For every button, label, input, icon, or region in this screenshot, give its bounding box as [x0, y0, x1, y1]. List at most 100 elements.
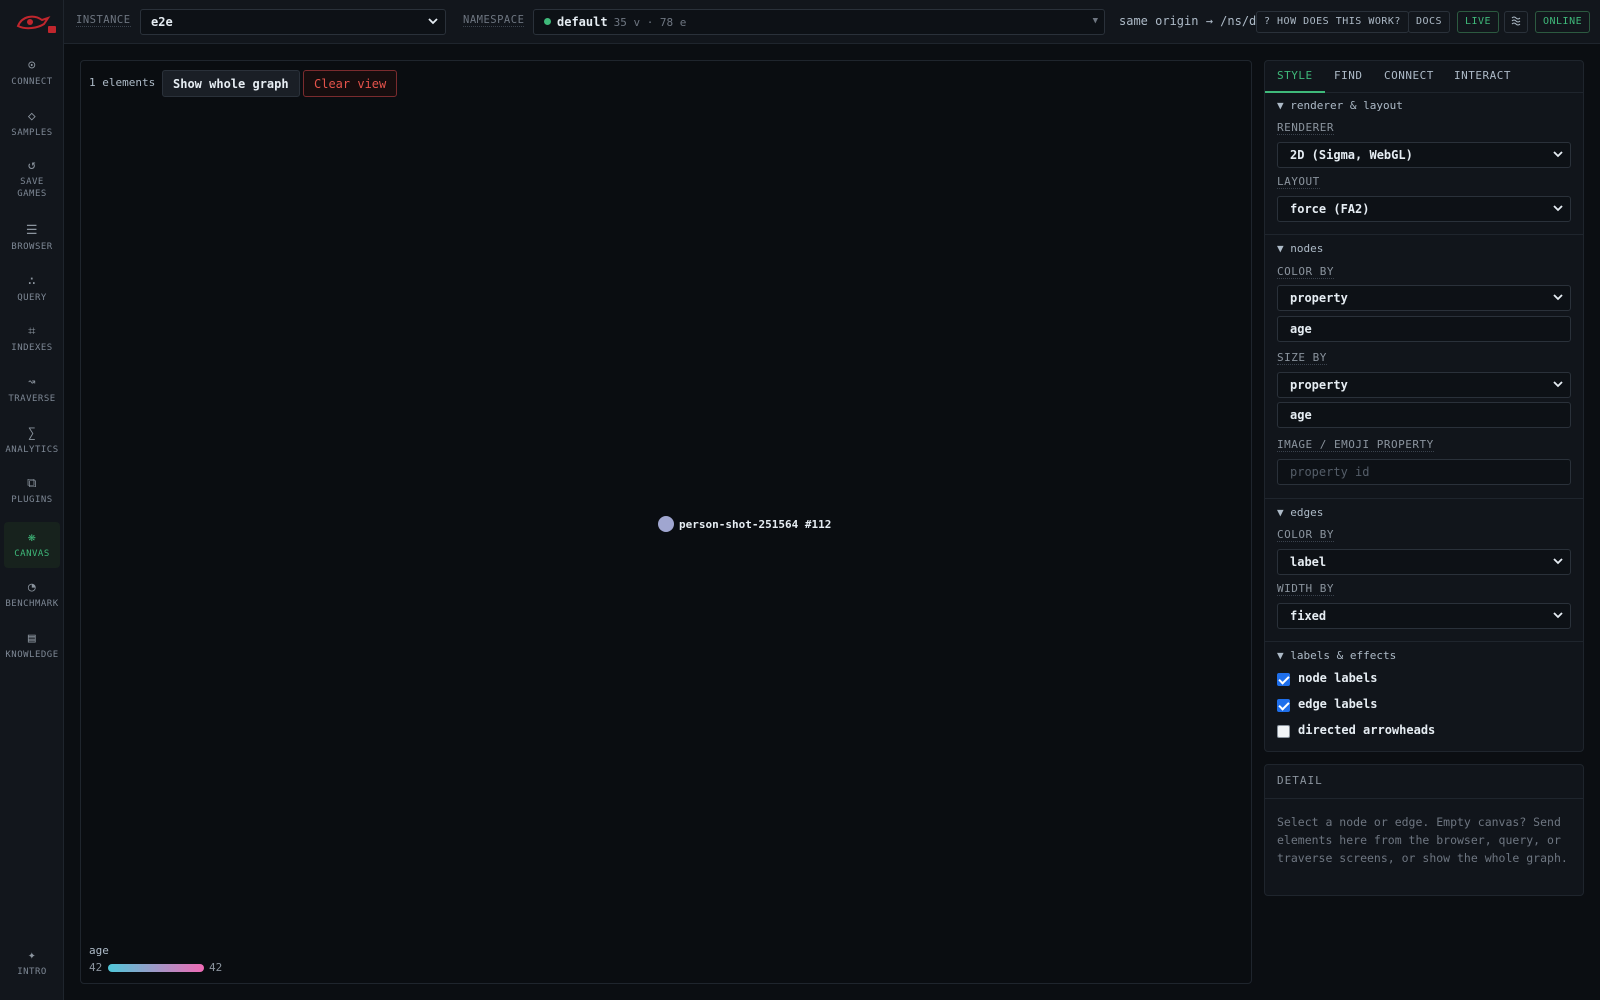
edge-labels-label: edge labels: [1298, 697, 1378, 711]
namespace-select[interactable]: default 35 v · 78 e ▼: [533, 9, 1105, 35]
nav-benchmark[interactable]: ◔ BENCHMARK: [4, 572, 60, 618]
live-button[interactable]: LIVE: [1457, 11, 1500, 33]
caret-down-icon: ▼: [1092, 16, 1098, 26]
nav-browser[interactable]: ☰ BROWSER: [4, 215, 60, 261]
diamond-icon: ◇: [27, 108, 37, 124]
tab-find[interactable]: FIND: [1322, 61, 1375, 93]
nav-samples[interactable]: ◇ SAMPLES: [4, 101, 60, 147]
nav-label: SAMPLES: [11, 127, 53, 138]
node-labels-checkbox[interactable]: [1277, 673, 1290, 686]
namespace-label: NAMESPACE: [463, 14, 525, 27]
clear-view-button[interactable]: Clear view: [303, 70, 398, 97]
directed-arrowheads-checkbox[interactable]: [1277, 725, 1290, 738]
edge-labels-checkbox[interactable]: [1277, 699, 1290, 712]
chevron-down-icon: [428, 18, 438, 25]
legend-max: 42: [209, 961, 223, 974]
section-renderer-layout[interactable]: ▼ renderer & layout: [1277, 99, 1403, 112]
namespace-value: default: [557, 15, 608, 29]
nav-traverse[interactable]: ↝ TRAVERSE: [4, 367, 60, 413]
node-size-by-select[interactable]: property: [1277, 372, 1571, 398]
node-color-by-value: property: [1290, 291, 1348, 305]
layout-select[interactable]: force (FA2): [1277, 196, 1571, 222]
layout-label: LAYOUT: [1277, 175, 1320, 189]
namespace-counts: 35 v · 78 e: [613, 16, 687, 29]
node-label: person-shot-251564 #112: [679, 518, 832, 531]
layout-value: force (FA2): [1290, 202, 1370, 216]
graph-node[interactable]: [658, 516, 674, 532]
nav-label: CANVAS: [14, 548, 50, 559]
panel-tabs: STYLE FIND CONNECT INTERACT: [1265, 61, 1583, 93]
nav-knowledge[interactable]: ▤ KNOWLEDGE: [4, 623, 60, 669]
edge-width-by-select[interactable]: fixed: [1277, 603, 1571, 629]
refresh-icon: ↺: [27, 157, 37, 173]
tab-style[interactable]: STYLE: [1265, 61, 1325, 93]
list-icon: ☰: [25, 222, 39, 238]
nav-label: PLUGINS: [11, 494, 53, 505]
nav-connect[interactable]: ⊙ CONNECT: [4, 50, 60, 96]
logo: [16, 15, 56, 33]
nav-label: INDEXES: [11, 342, 53, 353]
edge-color-by-select[interactable]: label: [1277, 549, 1571, 575]
edge-color-by-label: COLOR BY: [1277, 528, 1334, 542]
tab-connect[interactable]: CONNECT: [1372, 61, 1446, 93]
chevron-down-icon: [1553, 151, 1563, 158]
help-button[interactable]: ? HOW DOES THIS WORK?: [1256, 11, 1409, 33]
dots-icon: ∴: [27, 273, 37, 289]
waves-icon: [1511, 16, 1521, 26]
sidebar: ⊙ CONNECT ◇ SAMPLES ↺ SAVE GAMES ☰ BROWS…: [0, 0, 64, 1000]
image-property-input[interactable]: property id: [1277, 459, 1571, 485]
tab-interact[interactable]: INTERACT: [1442, 61, 1523, 93]
section-labels-effects[interactable]: ▼ labels & effects: [1277, 649, 1396, 662]
divider: [1265, 798, 1583, 799]
copy-icon: ⧉: [27, 475, 37, 491]
nav-query[interactable]: ∴ QUERY: [4, 266, 60, 312]
node-color-by-select[interactable]: property: [1277, 285, 1571, 311]
node-size-property-input[interactable]: age: [1277, 402, 1571, 428]
wave-toggle-button[interactable]: [1504, 11, 1528, 33]
docs-button[interactable]: DOCS: [1408, 11, 1451, 33]
target-icon: ⊙: [27, 57, 37, 73]
sparkle-icon: ✦: [27, 947, 37, 963]
show-whole-graph-button[interactable]: Show whole graph: [162, 70, 300, 97]
gauge-icon: ◔: [27, 579, 37, 595]
chevron-down-icon: [1553, 612, 1563, 619]
nav-analytics[interactable]: ∑ ANALYTICS: [4, 418, 60, 464]
nav-label: KNOWLEDGE: [5, 649, 59, 660]
nav-save-games[interactable]: ↺ SAVE GAMES: [4, 151, 60, 207]
nav-indexes[interactable]: ⌗ INDEXES: [4, 316, 60, 362]
nav-label: BENCHMARK: [5, 598, 59, 609]
sigma-icon: ∑: [27, 425, 37, 441]
edge-color-by-value: label: [1290, 555, 1327, 569]
nav-canvas[interactable]: ❋ CANVAS: [4, 522, 60, 568]
detail-title: DETAIL: [1277, 774, 1323, 787]
canvas-icon: ❋: [27, 529, 37, 545]
nav-plugins[interactable]: ⧉ PLUGINS: [4, 468, 60, 514]
directed-arrowheads-label: directed arrowheads: [1298, 723, 1436, 737]
chevron-down-icon: [1553, 205, 1563, 212]
section-nodes[interactable]: ▼ nodes: [1277, 242, 1323, 255]
node-color-property-input[interactable]: age: [1277, 316, 1571, 342]
nav-label: BROWSER: [11, 241, 53, 252]
chevron-down-icon: [1553, 381, 1563, 388]
instance-select[interactable]: e2e: [140, 9, 446, 35]
nav-label: CONNECT: [11, 76, 53, 87]
nav-intro[interactable]: ✦ INTRO: [4, 940, 60, 986]
detail-text: Select a node or edge. Empty canvas? Sen…: [1277, 815, 1568, 865]
divider: [1265, 234, 1583, 235]
renderer-label: RENDERER: [1277, 121, 1334, 135]
renderer-select[interactable]: 2D (Sigma, WebGL): [1277, 142, 1571, 168]
topbar: INSTANCE e2e NAMESPACE default 35 v · 78 …: [64, 0, 1600, 44]
frame-icon: ⌗: [28, 323, 36, 339]
image-emoji-label: IMAGE / EMOJI PROPERTY: [1277, 438, 1434, 452]
graph-canvas[interactable]: 1 elements Show whole graph Clear view p…: [80, 60, 1252, 984]
divider: [1265, 498, 1583, 499]
section-edges[interactable]: ▼ edges: [1277, 506, 1323, 519]
node-labels-label: node labels: [1298, 671, 1378, 685]
instance-value: e2e: [151, 15, 173, 29]
instance-label: INSTANCE: [76, 14, 131, 27]
nav-label: SAVE GAMES: [17, 176, 47, 199]
chevron-down-icon: [1553, 294, 1563, 301]
online-badge: ONLINE: [1535, 11, 1591, 33]
legend-min: 42: [89, 961, 103, 974]
detail-panel: DETAIL Select a node or edge. Empty canv…: [1264, 764, 1584, 896]
